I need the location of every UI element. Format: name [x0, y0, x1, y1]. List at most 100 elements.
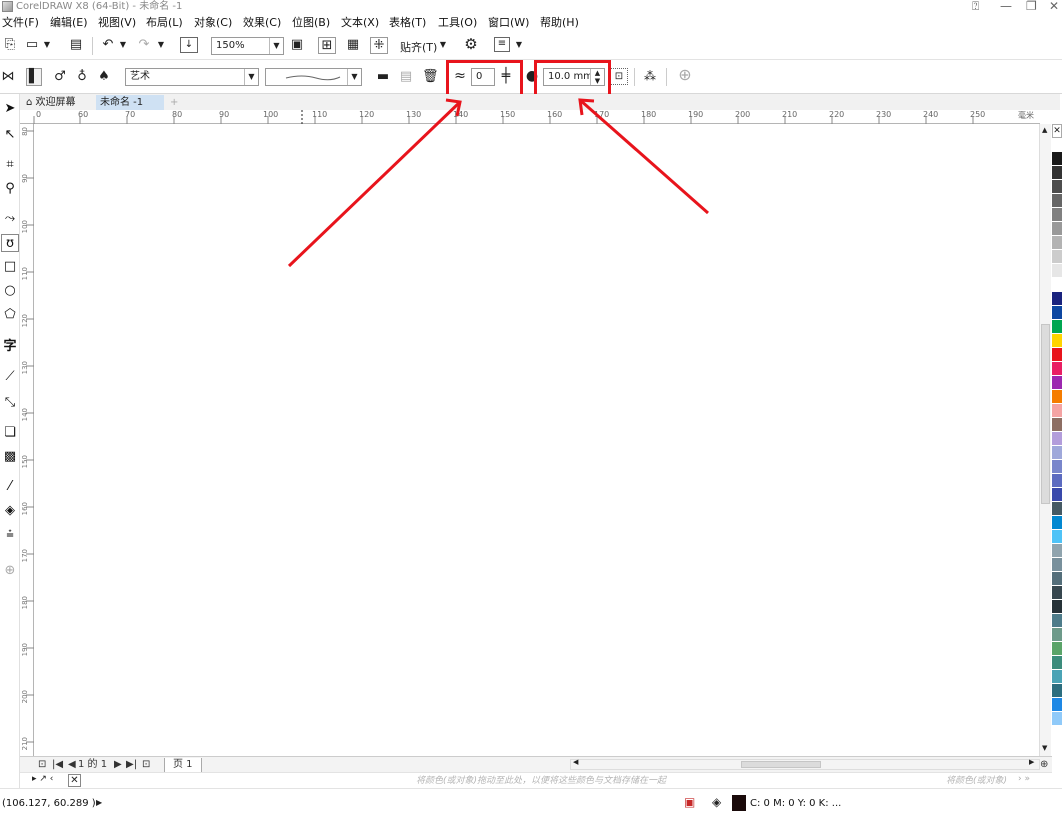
color-swatch[interactable] [1052, 236, 1062, 250]
new-document-icon[interactable]: ⎘ [2, 37, 18, 53]
tray-menu-icon[interactable]: ▸ ↗ ‹ [32, 774, 53, 784]
full-screen-icon[interactable]: ▣ [288, 37, 306, 53]
color-swatch[interactable] [1052, 712, 1062, 726]
color-swatch[interactable] [1052, 418, 1062, 432]
brush-category-combo[interactable]: 艺术 ▼ [125, 68, 259, 86]
redo-icon[interactable]: ↷ [136, 37, 152, 53]
previous-page-icon[interactable]: |◀ [52, 758, 63, 772]
color-swatch[interactable] [1052, 684, 1062, 698]
zoom-tool-icon[interactable]: ⚲ [1, 180, 19, 198]
color-swatch[interactable] [1052, 586, 1062, 600]
show-guidelines-icon[interactable]: ⁜ [370, 37, 388, 54]
freehand-tool-icon[interactable]: ⤳ [1, 210, 19, 228]
color-swatch[interactable] [1052, 222, 1062, 236]
color-swatch[interactable] [1052, 404, 1062, 418]
color-swatch[interactable] [1052, 502, 1062, 516]
color-swatch[interactable] [1052, 278, 1062, 292]
parallel-dimension-tool-icon[interactable]: ⟋ [1, 368, 19, 386]
zoom-navigator-icon[interactable]: ⊕ [1040, 758, 1048, 772]
scale-with-object-icon[interactable]: ⊡ [610, 68, 628, 85]
color-swatch[interactable] [1052, 250, 1062, 264]
scroll-down-icon[interactable]: ▼ [1042, 744, 1047, 752]
color-swatch[interactable] [1052, 138, 1062, 152]
no-color-swatch[interactable]: ✕ [1052, 124, 1062, 138]
color-swatch[interactable] [1052, 194, 1062, 208]
scroll-left-icon[interactable]: ◀ [573, 758, 578, 766]
color-swatch[interactable] [1052, 530, 1062, 544]
color-swatch[interactable] [1052, 558, 1062, 572]
menu-layout[interactable]: 布局(L) [146, 16, 183, 30]
transparency-tool-icon[interactable]: ▩ [1, 448, 19, 466]
color-swatch[interactable] [1052, 474, 1062, 488]
color-swatch[interactable] [1052, 390, 1062, 404]
menu-file[interactable]: 文件(F) [2, 16, 39, 30]
color-swatch[interactable] [1052, 642, 1062, 656]
horizontal-scrollbar[interactable]: ◀ ▶ [570, 758, 1040, 770]
import-icon[interactable]: ↓ [180, 37, 198, 53]
crop-tool-icon[interactable]: ⌗ [1, 156, 19, 174]
page-tab[interactable]: 页 1 [164, 758, 202, 773]
menu-edit[interactable]: 编辑(E) [50, 16, 88, 30]
color-swatch[interactable] [1052, 166, 1062, 180]
ellipse-tool-icon[interactable]: ○ [1, 282, 19, 300]
calligraphic-icon[interactable]: ♁ [74, 69, 90, 85]
vertical-scrollbar[interactable]: ▲ ▼ [1039, 124, 1051, 756]
scroll-up-icon[interactable]: ▲ [1042, 126, 1047, 134]
menu-tools[interactable]: 工具(O) [438, 16, 477, 30]
chevron-down-icon[interactable]: ▼ [244, 69, 258, 85]
show-rulers-icon[interactable]: ⊞ [318, 37, 336, 54]
color-swatch[interactable] [1052, 362, 1062, 376]
open-icon[interactable]: ▭ [24, 37, 40, 53]
menu-object[interactable]: 对象(C) [194, 16, 232, 30]
bounding-box-icon[interactable]: ⁂ [642, 68, 658, 84]
undo-icon[interactable]: ↶ [100, 37, 116, 53]
color-swatch[interactable] [1052, 656, 1062, 670]
text-tool-icon[interactable]: 字 [1, 338, 19, 356]
close-button[interactable]: ✕ [1049, 0, 1059, 13]
polygon-tool-icon[interactable]: ⬠ [1, 306, 19, 324]
drop-shadow-tool-icon[interactable]: ❏ [1, 424, 19, 442]
color-swatch[interactable] [1052, 614, 1062, 628]
sprayer-icon[interactable]: ♂ [52, 69, 68, 85]
menu-table[interactable]: 表格(T) [389, 16, 426, 30]
redo-dropdown-icon[interactable]: ▼ [156, 37, 166, 53]
color-swatch[interactable] [1052, 152, 1062, 166]
color-swatch[interactable] [1052, 460, 1062, 474]
menu-window[interactable]: 窗口(W) [488, 16, 529, 30]
new-tab-button[interactable]: + [166, 95, 182, 110]
chevron-down-icon[interactable]: ▼ [269, 38, 283, 54]
color-swatch[interactable] [1052, 208, 1062, 222]
scroll-right-icon[interactable]: ▶ [1029, 758, 1034, 766]
account-icon[interactable]: ⍰ [972, 0, 979, 13]
snap-to-dropdown[interactable]: 贴齐(T) [400, 39, 437, 55]
prev-icon[interactable]: ◀ [68, 758, 76, 772]
show-grid-icon[interactable]: ▦ [344, 37, 362, 53]
expression-icon[interactable]: ♠ [96, 69, 112, 85]
add-tool-icon[interactable]: ⊕ [1, 562, 19, 580]
horizontal-scroll-thumb[interactable] [741, 761, 821, 768]
browse-folder-icon[interactable]: ▬ [375, 69, 391, 85]
vertical-scroll-thumb[interactable] [1041, 324, 1050, 504]
menu-bitmaps[interactable]: 位图(B) [292, 16, 330, 30]
horizontal-ruler[interactable]: 0 60 70 80 90 100 110 120 130 140 150 16… [20, 110, 1040, 124]
color-swatch[interactable] [1052, 446, 1062, 460]
pick-tool-icon[interactable]: ➤ [1, 100, 19, 118]
delete-icon[interactable]: 🗑 [422, 69, 439, 85]
last-page-icon[interactable]: ▶| [126, 758, 137, 772]
shape-tool-icon[interactable]: ↖ [1, 126, 19, 144]
brush-mode-icon[interactable]: ▌ [26, 68, 42, 86]
tray-scroll-icon[interactable]: › » [1018, 774, 1030, 784]
color-swatch[interactable] [1052, 516, 1062, 530]
color-swatch[interactable] [1052, 600, 1062, 614]
brush-stroke-combo[interactable]: ▼ [265, 68, 362, 86]
chevron-down-icon[interactable]: ▼ [347, 69, 361, 85]
menu-text[interactable]: 文本(X) [341, 16, 379, 30]
color-swatch[interactable] [1052, 376, 1062, 390]
color-swatch[interactable] [1052, 628, 1062, 642]
app-launcher-icon[interactable]: ≡ [494, 37, 510, 52]
color-swatch[interactable] [1052, 320, 1062, 334]
rectangle-tool-icon[interactable]: □ [1, 258, 19, 276]
artistic-media-tool-icon[interactable]: ʊ [1, 234, 19, 252]
gear-icon[interactable]: ⚙ [462, 36, 480, 52]
add-icon[interactable]: ⊕ [676, 67, 694, 83]
